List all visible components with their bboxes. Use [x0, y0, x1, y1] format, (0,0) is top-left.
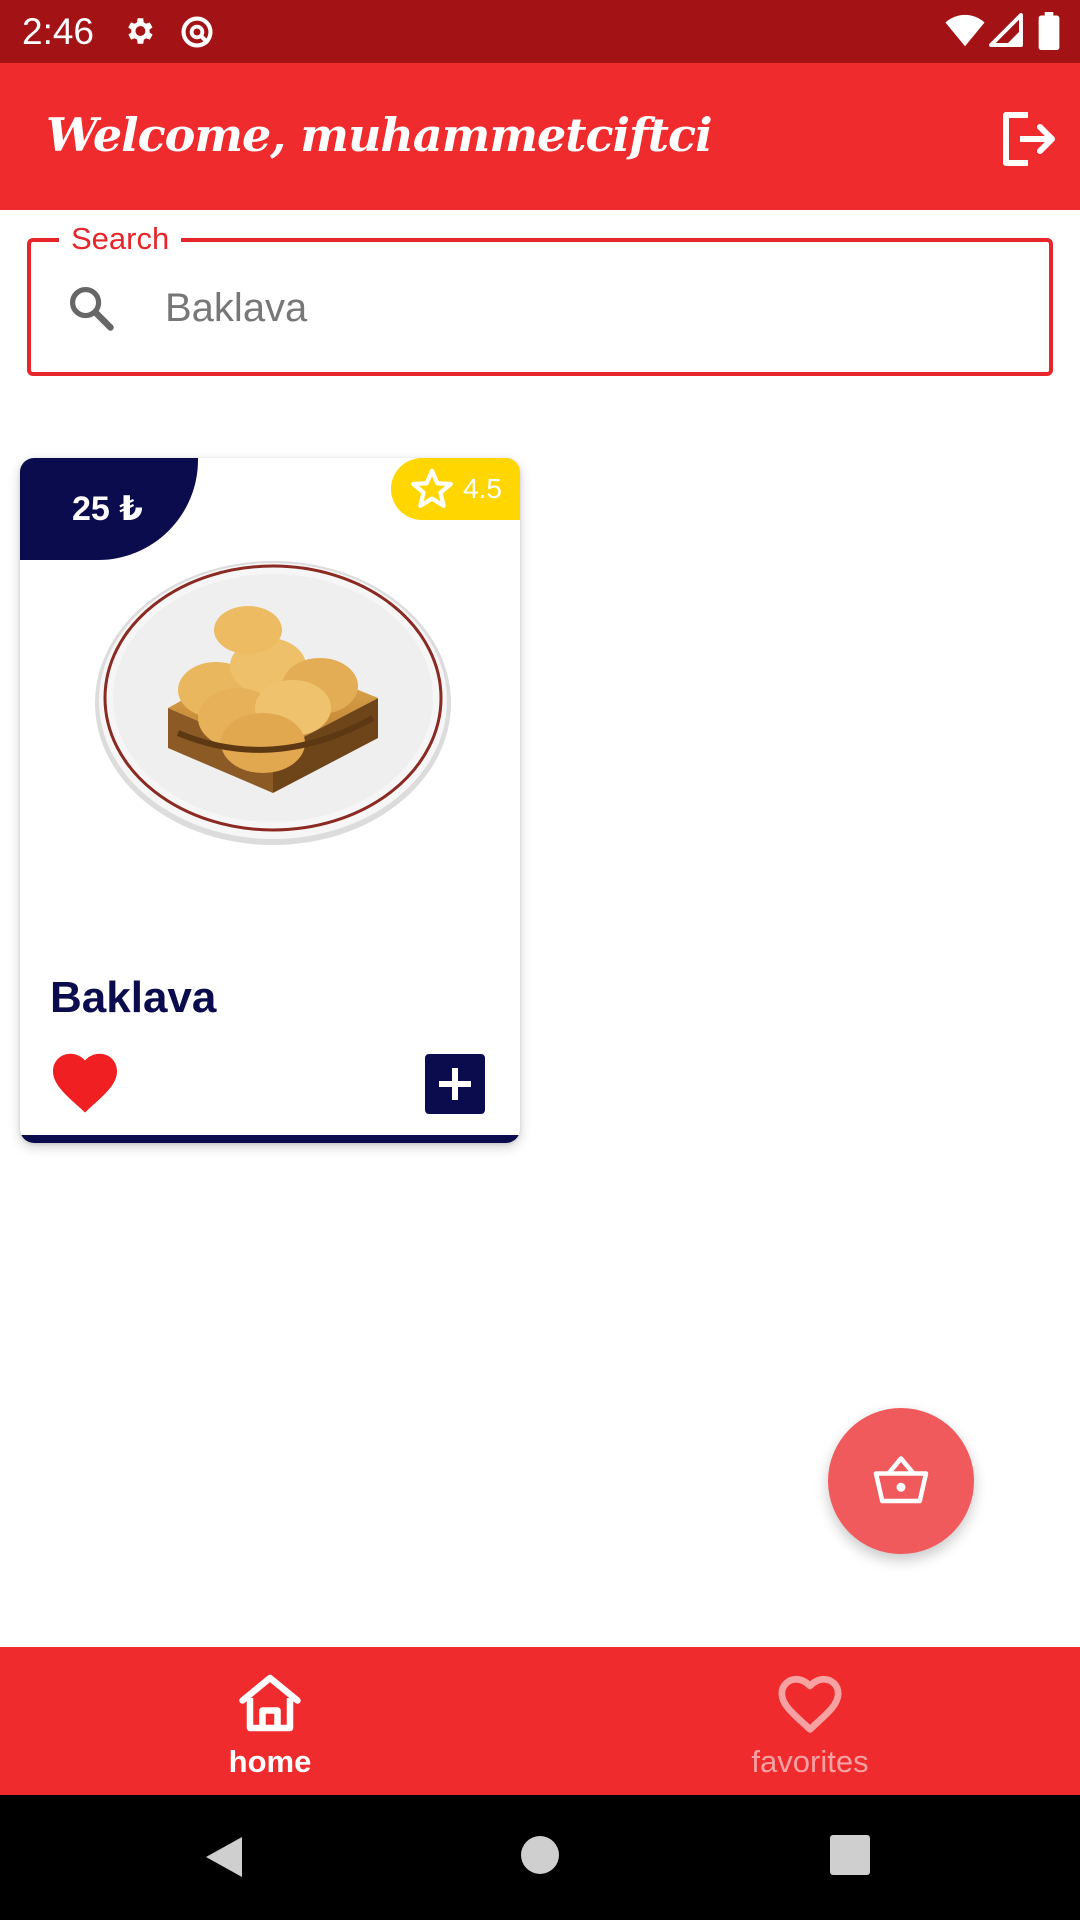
- nav-item-favorites[interactable]: favorites: [540, 1647, 1080, 1795]
- data-saver-icon: [181, 16, 213, 48]
- baklava-image: [95, 561, 451, 845]
- rating-value: 4.5: [463, 473, 502, 504]
- nav-item-home[interactable]: home: [0, 1647, 540, 1795]
- heart-outline-icon: [778, 1675, 842, 1733]
- status-bar: 2:46: [0, 0, 1080, 63]
- add-to-cart-button[interactable]: [425, 1054, 485, 1114]
- app-bar: Welcome, muhammetciftci: [0, 63, 1080, 210]
- signal-icon: [989, 13, 1023, 47]
- rating-badge: 4.5: [391, 458, 520, 520]
- screen: 2:46 Welcome, muhammetciftci Search Bakl…: [0, 0, 1080, 1920]
- heart-filled-icon[interactable]: [50, 1050, 120, 1114]
- nav-label-home: home: [228, 1744, 312, 1779]
- home-icon: [239, 1674, 301, 1732]
- search-label: Search: [59, 220, 182, 258]
- search-input[interactable]: [165, 268, 1025, 348]
- logout-icon[interactable]: [996, 107, 1060, 171]
- bottom-navigation: home favorites: [0, 1647, 1080, 1795]
- plus-icon: [439, 1068, 471, 1100]
- product-card[interactable]: 25 ₺ 4.5 Baklava: [20, 458, 520, 1143]
- cart-fab[interactable]: [828, 1408, 974, 1554]
- system-navigation-bar: [0, 1795, 1080, 1920]
- home-circle-icon[interactable]: [519, 1834, 561, 1876]
- product-name: Baklava: [50, 973, 217, 1022]
- card-bottom-line: [20, 1135, 520, 1143]
- search-field[interactable]: Search: [27, 220, 1053, 376]
- battery-icon: [1038, 12, 1060, 50]
- price-badge: 25 ₺: [20, 458, 198, 560]
- wifi-icon: [945, 14, 985, 47]
- gear-icon: [128, 18, 153, 44]
- status-time: 2:46: [22, 11, 95, 52]
- search-icon: [69, 286, 114, 331]
- shopping-basket-icon: [873, 1456, 929, 1504]
- recents-icon[interactable]: [830, 1835, 870, 1875]
- nav-label-favorites: favorites: [751, 1744, 869, 1779]
- star-outline-icon: [411, 468, 453, 508]
- product-price: 25 ₺: [72, 490, 143, 528]
- welcome-title: Welcome, muhammetciftci: [46, 108, 713, 162]
- back-icon[interactable]: [204, 1835, 244, 1879]
